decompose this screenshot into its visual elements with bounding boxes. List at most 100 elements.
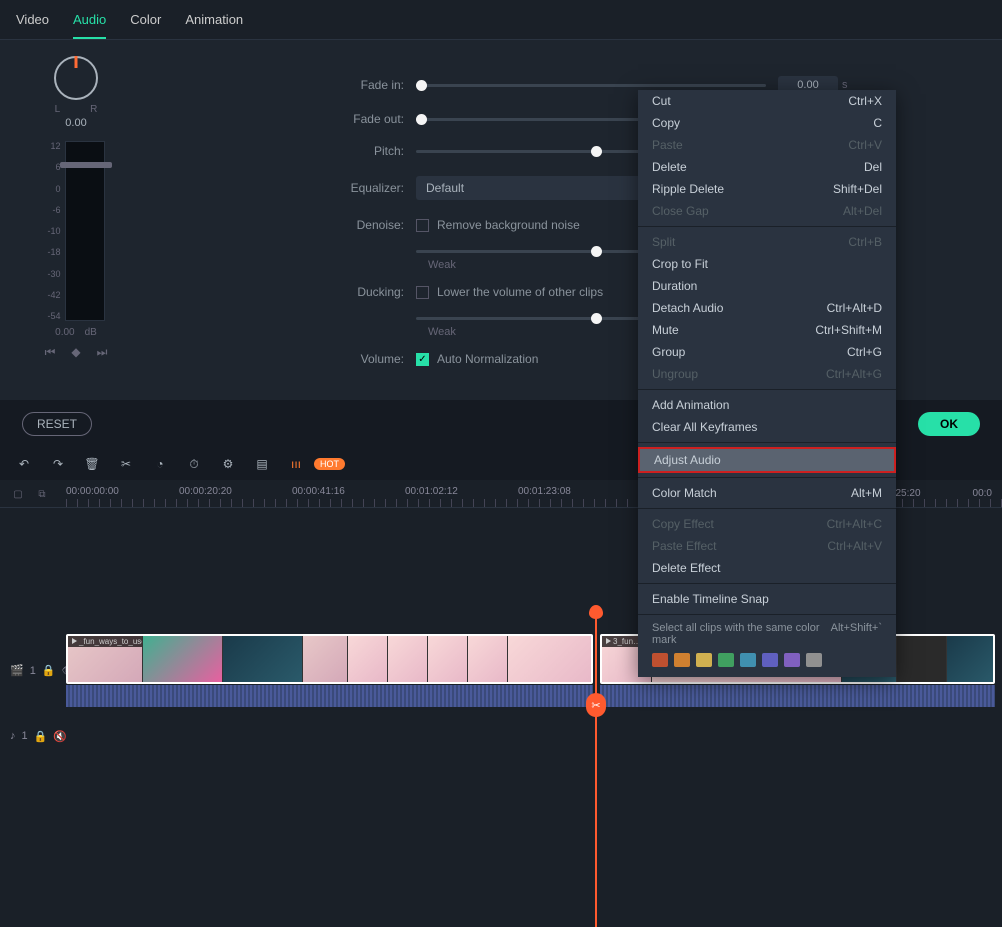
speed-icon[interactable]: ⏱ [186, 456, 202, 472]
clip-name: 3_fun… [613, 637, 641, 646]
ruler-mark-extra: 25:20 [896, 488, 921, 499]
tab-animation[interactable]: Animation [185, 8, 243, 39]
denoise-check-label: Remove background noise [437, 218, 580, 232]
vu-handle[interactable] [60, 162, 112, 168]
ducking-check-label: Lower the volume of other clips [437, 285, 603, 299]
undo-icon[interactable]: ↶ [16, 456, 32, 472]
ctx-group[interactable]: GroupCtrl+G [638, 341, 896, 363]
context-menu: CutCtrl+X CopyC PasteCtrl+V DeleteDel Ri… [638, 90, 896, 677]
audio-track-head: ♪ 1 🔒 🔇 [0, 730, 66, 743]
track-lock-icon[interactable]: 🔒 [42, 664, 56, 677]
fade-in-label: Fade in: [336, 78, 416, 92]
ctx-clear-keyframes[interactable]: Clear All Keyframes [638, 416, 896, 438]
volume-label: Volume: [336, 352, 416, 366]
delete-icon[interactable]: 🗑 [84, 456, 100, 472]
vu-tick: -18 [47, 247, 60, 257]
clip-name: _fun_ways_to_use_split_scr…mp… [79, 637, 142, 646]
mix-icon[interactable]: ııı [288, 456, 304, 472]
ctx-duration[interactable]: Duration [638, 275, 896, 297]
playhead[interactable] [595, 607, 597, 927]
ctx-delete-effect[interactable]: Delete Effect [638, 557, 896, 579]
skip-end-icon[interactable]: ⏭ [94, 344, 110, 360]
swatch[interactable] [696, 653, 712, 667]
panel-tabs: Video Audio Color Animation [0, 0, 1002, 40]
ruler-link-icon[interactable]: ⧉ [34, 486, 50, 502]
vu-tick: -6 [47, 205, 60, 215]
swatch[interactable] [652, 653, 668, 667]
vu-value: 0.00 [55, 327, 74, 338]
keyframe-icon[interactable]: ◆ [68, 344, 84, 360]
ducking-label: Ducking: [336, 285, 416, 299]
tab-video[interactable]: Video [16, 8, 49, 39]
vu-tick: -42 [47, 290, 60, 300]
ok-button[interactable]: OK [918, 412, 980, 436]
swatch[interactable] [718, 653, 734, 667]
ctx-ripple-delete[interactable]: Ripple DeleteShift+Del [638, 178, 896, 200]
vu-unit: dB [85, 327, 97, 338]
ctx-mute[interactable]: MuteCtrl+Shift+M [638, 319, 896, 341]
swatch[interactable] [806, 653, 822, 667]
pitch-label: Pitch: [336, 144, 416, 158]
auto-normalize-label: Auto Normalization [437, 352, 538, 366]
ruler-mark-extra: 00:0 [973, 488, 992, 499]
balance-meter: LR 0.00 12 6 0 -6 -10 -18 -30 -42 -54 0.… [16, 56, 136, 384]
ctx-cut[interactable]: CutCtrl+X [638, 90, 896, 112]
fade-in-slider[interactable] [416, 84, 766, 87]
color-icon[interactable]: ▤ [254, 456, 270, 472]
scissors-marker[interactable]: ✂ [586, 693, 606, 717]
ducking-checkbox[interactable] [416, 286, 429, 299]
vu-tick: -54 [47, 311, 60, 321]
swatch[interactable] [740, 653, 756, 667]
ctx-detach-audio[interactable]: Detach AudioCtrl+Alt+D [638, 297, 896, 319]
audio-waveform[interactable] [66, 685, 593, 707]
swatch[interactable] [762, 653, 778, 667]
track-mute-icon[interactable]: 🔇 [53, 730, 67, 743]
video-clip-1[interactable]: _fun_ways_to_use_split_scr…mp… [66, 634, 593, 684]
knob-value: 0.00 [65, 117, 86, 129]
swatch[interactable] [674, 653, 690, 667]
hot-badge: HOT [314, 458, 345, 470]
vu-tick: 12 [47, 141, 60, 151]
track-audio-icon[interactable]: ♪ [10, 730, 16, 742]
color-swatches [638, 649, 896, 677]
ctx-adjust-audio[interactable]: Adjust Audio [638, 447, 896, 473]
skip-start-icon[interactable]: ⏮ [42, 344, 58, 360]
track-number: 1 [30, 665, 36, 677]
vu-meter[interactable] [65, 141, 105, 321]
vu-tick: 0 [47, 184, 60, 194]
ctx-copy[interactable]: CopyC [638, 112, 896, 134]
split-icon[interactable]: ✂ [118, 456, 134, 472]
ctx-color-match[interactable]: Color MatchAlt+M [638, 482, 896, 504]
knob-l-label: L [55, 104, 61, 115]
adjust-icon[interactable]: ⚙ [220, 456, 236, 472]
ctx-select-color-note: Select all clips with the same color mar… [638, 619, 896, 649]
audio-waveform-2[interactable] [600, 685, 995, 707]
ctx-crop-to-fit[interactable]: Crop to Fit [638, 253, 896, 275]
ctx-delete[interactable]: DeleteDel [638, 156, 896, 178]
ctx-paste: PasteCtrl+V [638, 134, 896, 156]
vu-scale: 12 6 0 -6 -10 -18 -30 -42 -54 [47, 141, 64, 321]
ctx-split: SplitCtrl+B [638, 231, 896, 253]
denoise-checkbox[interactable] [416, 219, 429, 232]
vu-tick: -10 [47, 226, 60, 236]
ctx-paste-effect: Paste EffectCtrl+Alt+V [638, 535, 896, 557]
reset-button[interactable]: RESET [22, 412, 92, 436]
denoise-label: Denoise: [336, 218, 416, 232]
denoise-weak-label: Weak [428, 259, 456, 271]
ctx-add-animation[interactable]: Add Animation [638, 394, 896, 416]
audio-track: ♪ 1 🔒 🔇 [0, 724, 1002, 748]
ruler-layers-icon[interactable]: ▢ [10, 486, 26, 502]
track-video-icon[interactable]: 🎬 [10, 664, 24, 677]
tab-color[interactable]: Color [130, 8, 161, 39]
ctx-timeline-snap[interactable]: Enable Timeline Snap [638, 588, 896, 610]
vu-tick: -30 [47, 269, 60, 279]
ctx-ungroup: UngroupCtrl+Alt+G [638, 363, 896, 385]
track-lock-icon[interactable]: 🔒 [34, 730, 48, 743]
ctx-copy-effect: Copy EffectCtrl+Alt+C [638, 513, 896, 535]
tab-audio[interactable]: Audio [73, 8, 106, 39]
auto-normalize-checkbox[interactable] [416, 353, 429, 366]
crop-icon[interactable]: ◔ [152, 456, 168, 472]
redo-icon[interactable]: ↷ [50, 456, 66, 472]
balance-knob[interactable] [54, 56, 98, 100]
swatch[interactable] [784, 653, 800, 667]
